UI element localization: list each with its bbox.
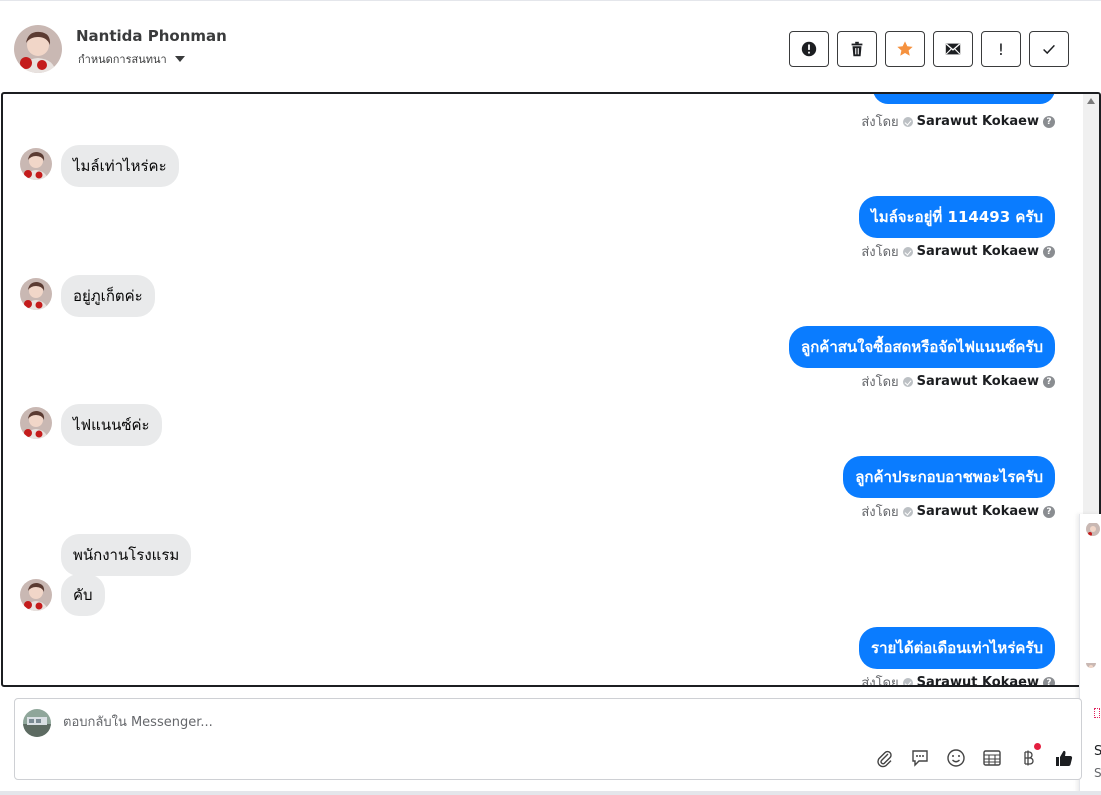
message-text[interactable]: อยู่ภูเก็ตค่ะ (61, 275, 155, 317)
agent-name[interactable]: Sarawut Kokaew (917, 675, 1039, 685)
star-icon (897, 41, 913, 56)
sender-avatar[interactable] (20, 148, 52, 180)
agent-name[interactable]: Sarawut Kokaew (917, 114, 1039, 129)
check-icon (1043, 44, 1055, 55)
notification-dot (1034, 743, 1041, 750)
sent-by: ส่งโดย Sarawut Kokaew ? (861, 241, 1055, 262)
mark-spam-button[interactable] (789, 31, 829, 67)
reply-input[interactable] (63, 711, 763, 733)
message-incoming: ไมล์เท่าไหร่คะ (61, 145, 179, 187)
table-icon (983, 750, 1001, 766)
alert-circle-icon (801, 41, 817, 57)
help-icon[interactable]: ? (1043, 505, 1055, 518)
message-outgoing: ไมล์จะอยู่ที่ 114493 ครับ (859, 196, 1055, 238)
verified-icon (902, 506, 913, 517)
conversation-header: Nantida Phonman กำหนดการสนทนา ! (0, 0, 1101, 92)
contact-avatar[interactable] (14, 25, 62, 73)
payment-button[interactable] (1017, 743, 1041, 769)
verified-icon (902, 116, 913, 127)
trash-icon (851, 41, 863, 57)
help-icon[interactable]: ? (1043, 375, 1055, 388)
mini-avatar[interactable] (1086, 522, 1100, 536)
reply-composer (14, 698, 1082, 780)
message-text[interactable]: ลูกค้าประกอบอาชพอะไรครับ (843, 456, 1055, 498)
paperclip-icon (877, 750, 892, 768)
agent-name[interactable]: Sarawut Kokaew (917, 504, 1039, 519)
side-initial: S (1094, 744, 1101, 759)
message-text[interactable]: ไมล์จะอยู่ที่ 114493 ครับ (859, 196, 1055, 238)
conversation-assignment[interactable]: กำหนดการสนทนา (78, 50, 185, 68)
message-incoming: พนักงานโรงแรม (61, 534, 192, 576)
message-text[interactable]: รายได้ต่อเดือนเท่าไหร่ครับ (859, 627, 1055, 669)
message-bubble (873, 94, 1055, 104)
exclamation-icon: ! (997, 39, 1005, 59)
conversation-toolbar: ! (789, 31, 1069, 67)
mark-unread-button[interactable] (933, 31, 973, 67)
mini-avatar[interactable] (1086, 658, 1096, 668)
sent-by: ส่งโดย Sarawut Kokaew ? (861, 111, 1055, 132)
message-outgoing: รายได้ต่อเดือนเท่าไหร่ครับ (859, 627, 1055, 669)
assignment-label: กำหนดการสนทนา (78, 53, 167, 66)
chevron-down-icon (174, 56, 185, 62)
scroll-up-arrow-icon[interactable] (1087, 98, 1095, 104)
sent-by: ส่งโดย Sarawut Kokaew ? (861, 371, 1055, 392)
appointment-button[interactable] (981, 747, 1003, 769)
message-thread[interactable]: ส่งโดย Sarawut Kokaew ? ไมล์เท่าไหร่คะ ไ… (1, 92, 1101, 687)
chat-bubble-icon (912, 750, 928, 767)
message-text[interactable]: พนักงานโรงแรม (61, 534, 192, 576)
message-outgoing-partial (873, 94, 1055, 108)
verified-icon (902, 246, 913, 257)
message-outgoing: ลูกค้าประกอบอาชพอะไรครับ (843, 456, 1055, 498)
window-bottom-border (0, 791, 1101, 795)
composer-tools (873, 743, 1075, 769)
message-text[interactable]: ไมล์เท่าไหร่คะ (61, 145, 179, 187)
sender-avatar[interactable] (20, 407, 52, 439)
side-initial: S (1094, 766, 1101, 780)
verified-icon (902, 677, 913, 685)
sent-by: ส่งโดย Sarawut Kokaew ? (861, 672, 1055, 685)
message-text[interactable]: ลูกค้าสนใจซื้อสดหรือจัดไฟแนนซ์ครับ (789, 326, 1055, 368)
emoji-button[interactable] (945, 747, 967, 769)
contact-name[interactable]: Nantida Phonman (76, 27, 227, 45)
page-avatar (23, 709, 51, 737)
message-incoming: ไฟแนนซ์ค่ะ (61, 404, 162, 446)
message-incoming: คับ (61, 574, 105, 616)
baht-icon (1024, 750, 1034, 766)
message-text[interactable]: ไฟแนนซ์ค่ะ (61, 404, 162, 446)
verified-icon (902, 376, 913, 387)
delete-button[interactable] (837, 31, 877, 67)
side-panel-peek[interactable]: S S (1079, 514, 1101, 795)
thumbs-up-icon (1056, 750, 1073, 766)
agent-name[interactable]: Sarawut Kokaew (917, 374, 1039, 389)
saved-replies-button[interactable] (909, 747, 931, 769)
star-button[interactable] (885, 31, 925, 67)
follow-up-button[interactable]: ! (981, 31, 1021, 67)
help-icon[interactable]: ? (1043, 245, 1055, 258)
like-button[interactable] (1053, 747, 1075, 769)
message-outgoing: ลูกค้าสนใจซื้อสดหรือจัดไฟแนนซ์ครับ (789, 326, 1055, 368)
mark-done-button[interactable] (1029, 31, 1069, 67)
sender-avatar[interactable] (20, 579, 52, 611)
sticker-icon (1094, 708, 1100, 718)
attach-button[interactable] (873, 747, 895, 769)
help-icon[interactable]: ? (1043, 115, 1055, 128)
envelope-icon (945, 43, 961, 55)
sent-by: ส่งโดย Sarawut Kokaew ? (861, 501, 1055, 522)
smiley-icon (947, 749, 965, 767)
sender-avatar[interactable] (20, 278, 52, 310)
message-incoming: อยู่ภูเก็ตค่ะ (61, 275, 155, 317)
message-text[interactable]: คับ (61, 574, 105, 616)
agent-name[interactable]: Sarawut Kokaew (917, 244, 1039, 259)
help-icon[interactable]: ? (1043, 676, 1055, 685)
